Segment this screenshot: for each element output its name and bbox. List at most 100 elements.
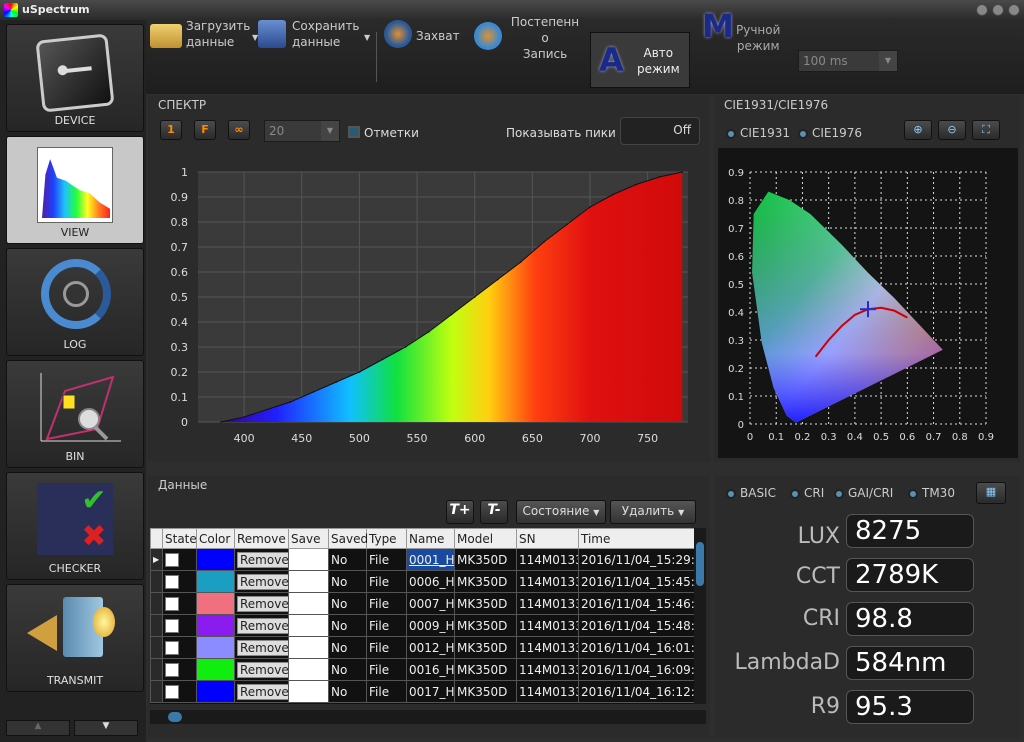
save-data-button[interactable]: Сохранить данные ▼: [258, 12, 374, 62]
state-checkbox[interactable]: [165, 596, 179, 611]
tab-basic[interactable]: BASIC: [726, 486, 776, 500]
sidebar-item-device[interactable]: DEVICE: [6, 24, 144, 132]
remove-cell[interactable]: Remove: [234, 614, 289, 637]
name-cell[interactable]: 0009_H: [406, 614, 455, 637]
export-button[interactable]: ▦: [976, 482, 1006, 504]
name-cell[interactable]: 0001_H: [406, 548, 455, 571]
sidebar-item-bin[interactable]: BIN: [6, 360, 144, 468]
state-checkbox[interactable]: [165, 684, 179, 699]
column-header[interactable]: State: [162, 528, 197, 549]
tab-tm30[interactable]: TM30: [908, 486, 955, 500]
name-cell[interactable]: 0017_H: [406, 680, 455, 703]
close-button[interactable]: [1008, 4, 1020, 16]
scroll-down-button[interactable]: ▼: [74, 720, 138, 736]
sidebar-item-checker[interactable]: ✔ ✖ CHECKER: [6, 472, 144, 580]
remove-text-button[interactable]: T-: [480, 500, 508, 524]
table-row[interactable]: Remove No File 0009_H MK350D 114M0133 2016/11/…: [150, 614, 694, 637]
table-row[interactable]: Remove No File 0012_H MK350D 114M0133 2016/11/…: [150, 636, 694, 659]
table-row[interactable]: Remove No File 0006_H MK350D 114M0133 2016/11/…: [150, 570, 694, 593]
remove-cell[interactable]: Remove: [234, 548, 289, 571]
freeze-label: F: [201, 123, 209, 136]
name-cell[interactable]: 0007_H: [406, 592, 455, 615]
remove-button[interactable]: Remove: [237, 573, 288, 590]
sidebar-item-log[interactable]: LOG: [6, 248, 144, 356]
column-header[interactable]: Color: [196, 528, 235, 549]
state-cell[interactable]: [162, 636, 197, 659]
column-header[interactable]: SN: [516, 528, 579, 549]
state-cell[interactable]: [162, 570, 197, 593]
remove-button[interactable]: Remove: [237, 661, 288, 678]
remove-cell[interactable]: Remove: [234, 570, 289, 593]
save-cell[interactable]: [288, 680, 329, 703]
zoom-out-button[interactable]: ⊖: [938, 120, 966, 140]
column-header[interactable]: Name: [406, 528, 455, 549]
save-cell[interactable]: [288, 548, 329, 571]
cie1976-option[interactable]: CIE1976: [798, 126, 862, 140]
sidebar-item-view[interactable]: VIEW: [6, 136, 144, 244]
column-header[interactable]: Save: [288, 528, 329, 549]
remove-cell[interactable]: Remove: [234, 680, 289, 703]
state-cell[interactable]: [162, 592, 197, 615]
peaks-toggle[interactable]: Off: [620, 117, 700, 145]
table-row[interactable]: Remove No File 0017_H MK350D 114M0133 2016/11/…: [150, 680, 694, 703]
remove-button[interactable]: Remove: [237, 639, 288, 656]
state-cell[interactable]: [162, 658, 197, 681]
add-text-button[interactable]: T+: [446, 500, 474, 524]
table-row[interactable]: Remove No File 0007_H MK350D 114M0133 2016/11/…: [150, 592, 694, 615]
continuous-record-button[interactable]: Постепенн о Запись: [474, 14, 584, 64]
manual-mode-button[interactable]: M Ручной режим: [700, 10, 792, 62]
marks-checkbox[interactable]: [348, 126, 360, 138]
scroll-up-button[interactable]: ▲: [6, 720, 70, 736]
h-scrollbar-thumb[interactable]: [168, 712, 182, 722]
sidebar-item-transmit[interactable]: TRANSMIT: [6, 584, 144, 692]
column-header[interactable]: Remove: [234, 528, 289, 549]
save-cell[interactable]: [288, 658, 329, 681]
table-row[interactable]: Remove No File 0016_H MK350D 114M0133 2016/11/…: [150, 658, 694, 681]
tab-gai-cri[interactable]: GAI/CRI: [834, 486, 893, 500]
column-header[interactable]: Type: [366, 528, 407, 549]
load-data-button[interactable]: Загрузить данные ▼: [150, 12, 260, 62]
state-cell[interactable]: [162, 614, 197, 637]
auto-mode-button[interactable]: A Авто режим: [590, 32, 690, 88]
minimize-button[interactable]: [976, 4, 988, 16]
name-cell[interactable]: 0012_H: [406, 636, 455, 659]
state-cell[interactable]: [162, 548, 197, 571]
zoom-in-button[interactable]: ⊕: [904, 120, 932, 140]
interval-select[interactable]: 100 ms ▼: [798, 50, 898, 72]
save-cell[interactable]: [288, 636, 329, 659]
remove-button[interactable]: Remove: [237, 595, 288, 612]
remove-button[interactable]: Remove: [237, 551, 288, 568]
horizontal-scrollbar[interactable]: [150, 710, 706, 724]
table-row[interactable]: ▶ Remove No File 0001_H MK350D 114M0133 2016/11…: [150, 548, 694, 571]
state-cell[interactable]: [162, 680, 197, 703]
capture-button[interactable]: Захват: [384, 12, 464, 62]
state-dropdown[interactable]: Состояние ▼: [516, 500, 606, 524]
delete-dropdown[interactable]: Удалить ▼: [610, 500, 696, 524]
remove-button[interactable]: Remove: [237, 617, 288, 634]
name-cell[interactable]: 0006_H: [406, 570, 455, 593]
save-cell[interactable]: [288, 570, 329, 593]
freeze-button[interactable]: F: [194, 120, 216, 140]
state-checkbox[interactable]: [165, 574, 179, 589]
remove-button[interactable]: Remove: [237, 683, 288, 700]
state-checkbox[interactable]: [165, 618, 179, 633]
tab-cri[interactable]: CRI: [790, 486, 824, 500]
fit-button[interactable]: ⛶: [972, 120, 1000, 140]
state-checkbox[interactable]: [165, 552, 179, 567]
single-mode-button[interactable]: 1: [160, 120, 182, 140]
name-cell[interactable]: 0016_H: [406, 658, 455, 681]
remove-cell[interactable]: Remove: [234, 592, 289, 615]
remove-cell[interactable]: Remove: [234, 658, 289, 681]
save-cell[interactable]: [288, 614, 329, 637]
count-select[interactable]: 20 ▼: [264, 120, 340, 142]
cie1931-option[interactable]: CIE1931: [726, 126, 790, 140]
maximize-button[interactable]: [992, 4, 1004, 16]
infinite-button[interactable]: ∞: [228, 120, 250, 140]
save-cell[interactable]: [288, 592, 329, 615]
state-checkbox[interactable]: [165, 662, 179, 677]
remove-cell[interactable]: Remove: [234, 636, 289, 659]
column-header[interactable]: Saved: [328, 528, 368, 549]
state-checkbox[interactable]: [165, 640, 179, 655]
sidebar-item-label: BIN: [65, 450, 85, 463]
column-header[interactable]: Model: [454, 528, 517, 549]
